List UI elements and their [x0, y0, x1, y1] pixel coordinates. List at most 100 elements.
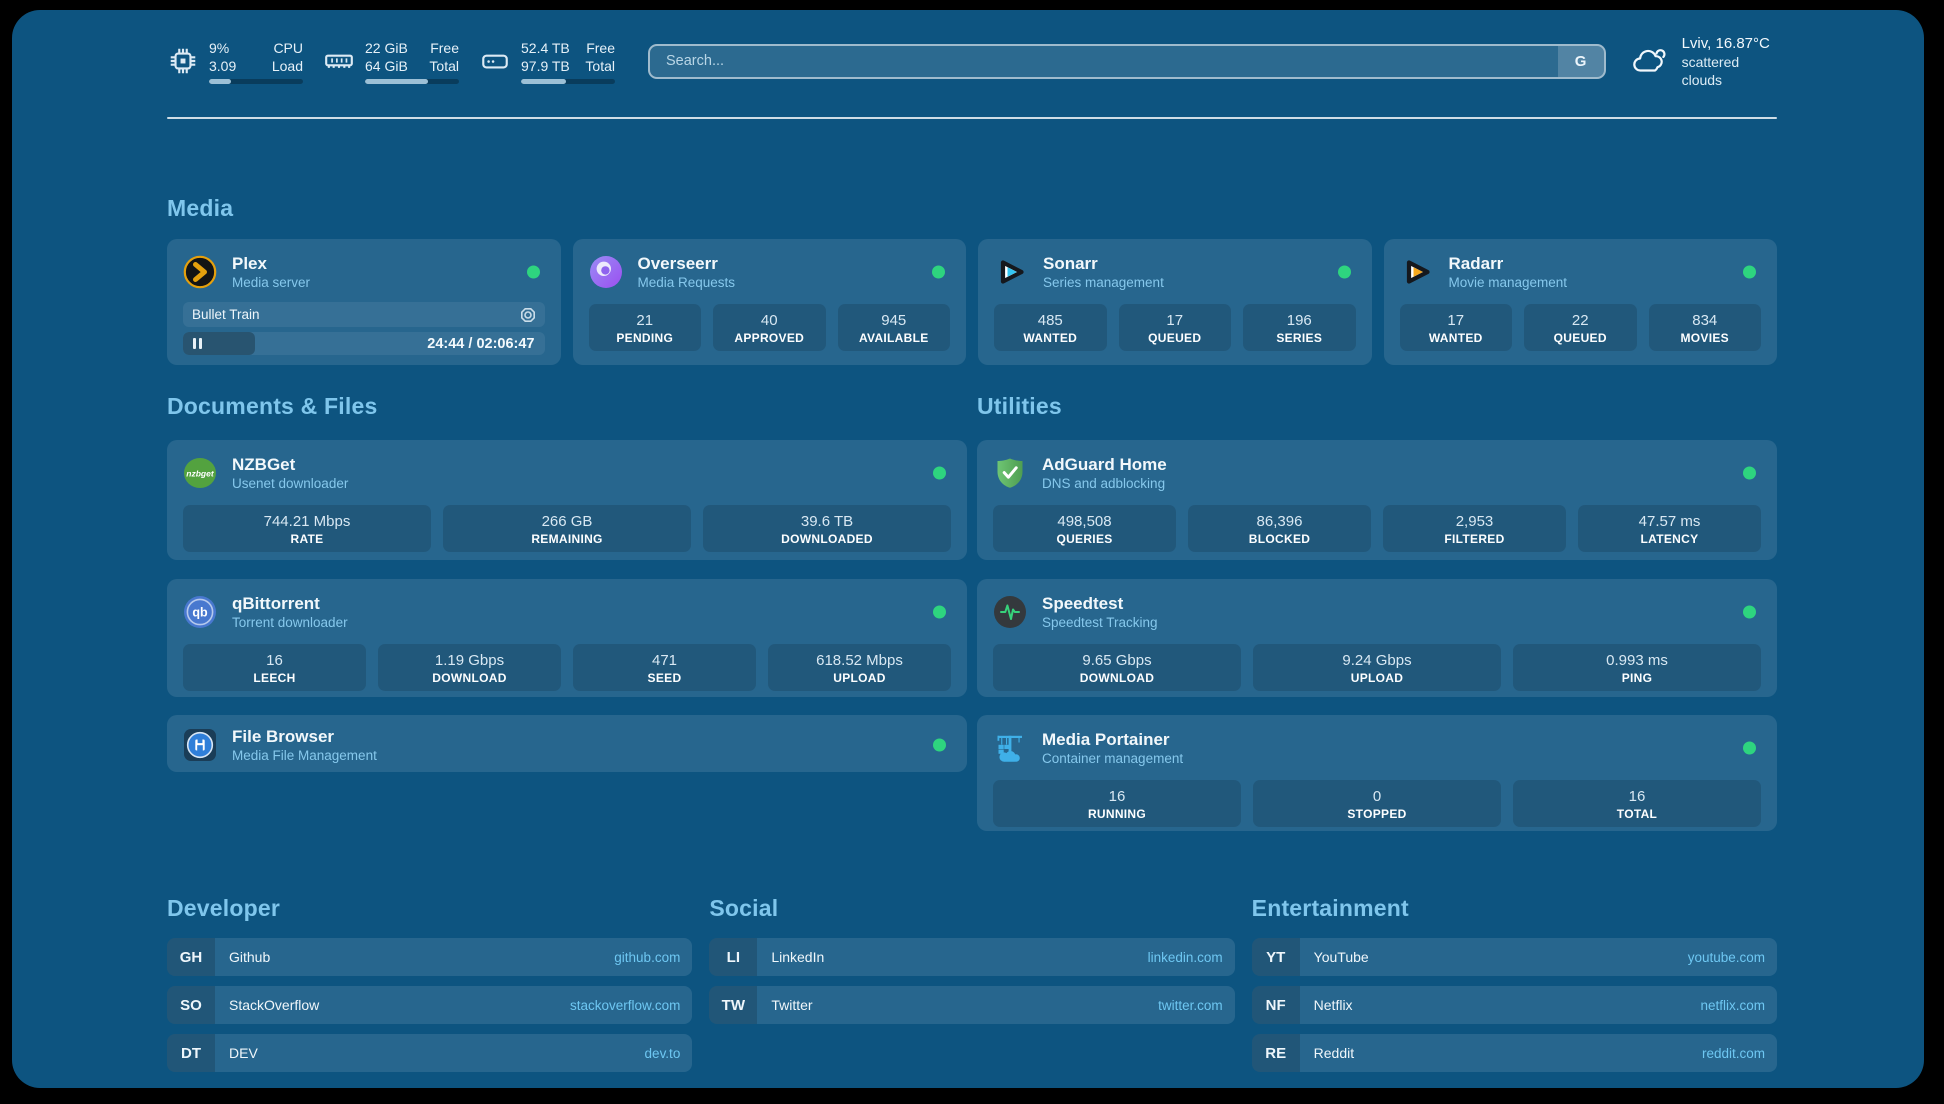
speedtest-card[interactable]: Speedtest Speedtest Tracking 9.65 Gbps D…: [977, 579, 1777, 697]
adguard-card[interactable]: AdGuard Home DNS and adblocking 498,508 …: [977, 440, 1777, 560]
ram-progress-track: [365, 79, 459, 84]
radarr-stat-wanted: 17 WANTED: [1400, 304, 1513, 351]
qbittorrent-status-dot: [933, 606, 946, 619]
ram-icon: [323, 45, 355, 77]
sonarr-card[interactable]: Sonarr Series management 485 WANTED 17 Q…: [978, 239, 1372, 365]
cpu-load-label: Load: [272, 57, 303, 75]
nzbget-status-dot: [933, 467, 946, 480]
nzbget-card[interactable]: nzbget NZBGet Usenet downloader 744.21 M…: [167, 440, 967, 560]
nzbget-stat-remaining: 266 GB REMAINING: [443, 505, 691, 552]
filebrowser-card[interactable]: File Browser Media File Management: [167, 715, 967, 772]
ram-free-label: Free: [429, 39, 459, 57]
adguard-stat-blocked: 86,396 BLOCKED: [1188, 505, 1371, 552]
bookmark-reddit[interactable]: RE Reddit reddit.com: [1252, 1034, 1777, 1072]
weather-condition: scattered clouds: [1682, 53, 1777, 89]
speedtest-icon: [993, 595, 1027, 629]
adguard-subtitle: DNS and adblocking: [1042, 475, 1167, 492]
bookmark-netflix[interactable]: NF Netflix netflix.com: [1252, 986, 1777, 1024]
portainer-title: Media Portainer: [1042, 729, 1183, 750]
adguard-stat-queries: 498,508 QUERIES: [993, 505, 1176, 552]
entertainment-group: Entertainment YT YouTube youtube.com NF …: [1252, 895, 1777, 1072]
ram-total-value: 64 GiB: [365, 57, 408, 75]
portainer-status-dot: [1743, 742, 1756, 755]
radarr-card[interactable]: Radarr Movie management 17 WANTED 22 QUE…: [1384, 239, 1778, 365]
bookmark-stackoverflow[interactable]: SO StackOverflow stackoverflow.com: [167, 986, 692, 1024]
cpu-load-value: 3.09: [209, 57, 236, 75]
developer-section-title: Developer: [167, 895, 692, 922]
nzbget-stat-downloaded: 39.6 TB DOWNLOADED: [703, 505, 951, 552]
plex-now-playing-title: Bullet Train: [192, 307, 260, 322]
weather-widget: Lviv, 16.87°C scattered clouds: [1630, 34, 1777, 89]
overseerr-status-dot: [932, 266, 945, 279]
plex-card[interactable]: Plex Media server Bullet Train: [167, 239, 561, 365]
utilities-column: Utilities: [977, 365, 1777, 831]
adguard-status-dot: [1743, 467, 1756, 480]
bookmark-dev[interactable]: DT DEV dev.to: [167, 1034, 692, 1072]
overseerr-icon: [589, 255, 623, 289]
adguard-stat-filtered: 2,953 FILTERED: [1383, 505, 1566, 552]
plex-now-playing-row: Bullet Train: [183, 302, 545, 327]
pause-button[interactable]: [193, 338, 202, 349]
plex-subtitle: Media server: [232, 274, 310, 291]
social-group: Social LI LinkedIn linkedin.com TW Twitt…: [709, 895, 1234, 1072]
documents-column: Documents & Files nzbget NZBGet Usenet d…: [167, 365, 967, 772]
qbittorrent-card[interactable]: qb qBittorrent Torrent downloader 16 LEE…: [167, 579, 967, 697]
nzbget-subtitle: Usenet downloader: [232, 475, 348, 492]
system-stats: 9% 3.09 CPU Load: [167, 39, 615, 84]
nzbget-icon: nzbget: [183, 456, 217, 490]
media-cards-row: Plex Media server Bullet Train: [167, 239, 1777, 365]
search-input[interactable]: [648, 44, 1606, 79]
adguard-title: AdGuard Home: [1042, 454, 1167, 475]
qbittorrent-stat-seed: 471 SEED: [573, 644, 756, 691]
bookmark-youtube[interactable]: YT YouTube youtube.com: [1252, 938, 1777, 976]
documents-section-title: Documents & Files: [167, 393, 967, 420]
sonarr-stat-series: 196 SERIES: [1243, 304, 1356, 351]
bookmark-linkedin[interactable]: LI LinkedIn linkedin.com: [709, 938, 1234, 976]
disk-stat-widget: 52.4 TB 97.9 TB Free Total: [479, 39, 615, 84]
disk-total-value: 97.9 TB: [521, 57, 570, 75]
overseerr-stat-available: 945 AVAILABLE: [838, 304, 951, 351]
speedtest-subtitle: Speedtest Tracking: [1042, 614, 1158, 631]
ram-free-value: 22 GiB: [365, 39, 408, 57]
memory-stat-widget: 22 GiB 64 GiB Free Total: [323, 39, 459, 84]
search-provider-button[interactable]: G: [1558, 46, 1604, 77]
disk-progress-track: [521, 79, 615, 84]
overseerr-stat-approved: 40 APPROVED: [713, 304, 826, 351]
plex-progress-bar[interactable]: 24:44 / 02:06:47: [183, 332, 545, 355]
bookmark-github[interactable]: GH Github github.com: [167, 938, 692, 976]
speedtest-title: Speedtest: [1042, 593, 1158, 614]
header-divider: [167, 117, 1777, 119]
dashboard-panel: 9% 3.09 CPU Load: [12, 10, 1924, 1088]
speedtest-stat-upload: 9.24 Gbps UPLOAD: [1253, 644, 1501, 691]
overseerr-title: Overseerr: [638, 253, 736, 274]
overseerr-card[interactable]: Overseerr Media Requests 21 PENDING 40 A…: [573, 239, 967, 365]
bookmark-twitter[interactable]: TW Twitter twitter.com: [709, 986, 1234, 1024]
portainer-card[interactable]: Media Portainer Container management 16 …: [977, 715, 1777, 831]
portainer-subtitle: Container management: [1042, 750, 1183, 767]
ram-total-label: Total: [429, 57, 459, 75]
adguard-stat-latency: 47.57 ms LATENCY: [1578, 505, 1761, 552]
speedtest-status-dot: [1743, 606, 1756, 619]
radarr-icon: [1400, 255, 1434, 289]
disk-free-value: 52.4 TB: [521, 39, 570, 57]
radarr-status-dot: [1743, 266, 1756, 279]
qbittorrent-stat-download: 1.19 Gbps DOWNLOAD: [378, 644, 561, 691]
disk-free-label: Free: [585, 39, 615, 57]
filebrowser-title: File Browser: [232, 726, 377, 747]
speedtest-stat-ping: 0.993 ms PING: [1513, 644, 1761, 691]
cpu-usage-label: CPU: [272, 39, 303, 57]
adguard-icon: [993, 456, 1027, 490]
overseerr-subtitle: Media Requests: [638, 274, 736, 291]
cpu-stat-widget: 9% 3.09 CPU Load: [167, 39, 303, 84]
social-section-title: Social: [709, 895, 1234, 922]
cpu-progress-track: [209, 79, 303, 84]
radarr-stat-queued: 22 QUEUED: [1524, 304, 1637, 351]
sonarr-status-dot: [1338, 266, 1351, 279]
filebrowser-status-dot: [933, 739, 946, 752]
session-view-icon[interactable]: [520, 307, 536, 323]
bookmarks-area: Developer GH Github github.com SO StackO…: [167, 895, 1777, 1072]
nzbget-title: NZBGet: [232, 454, 348, 475]
disk-progress-fill: [521, 79, 566, 84]
portainer-icon: [993, 731, 1027, 765]
qbittorrent-stat-leech: 16 LEECH: [183, 644, 366, 691]
